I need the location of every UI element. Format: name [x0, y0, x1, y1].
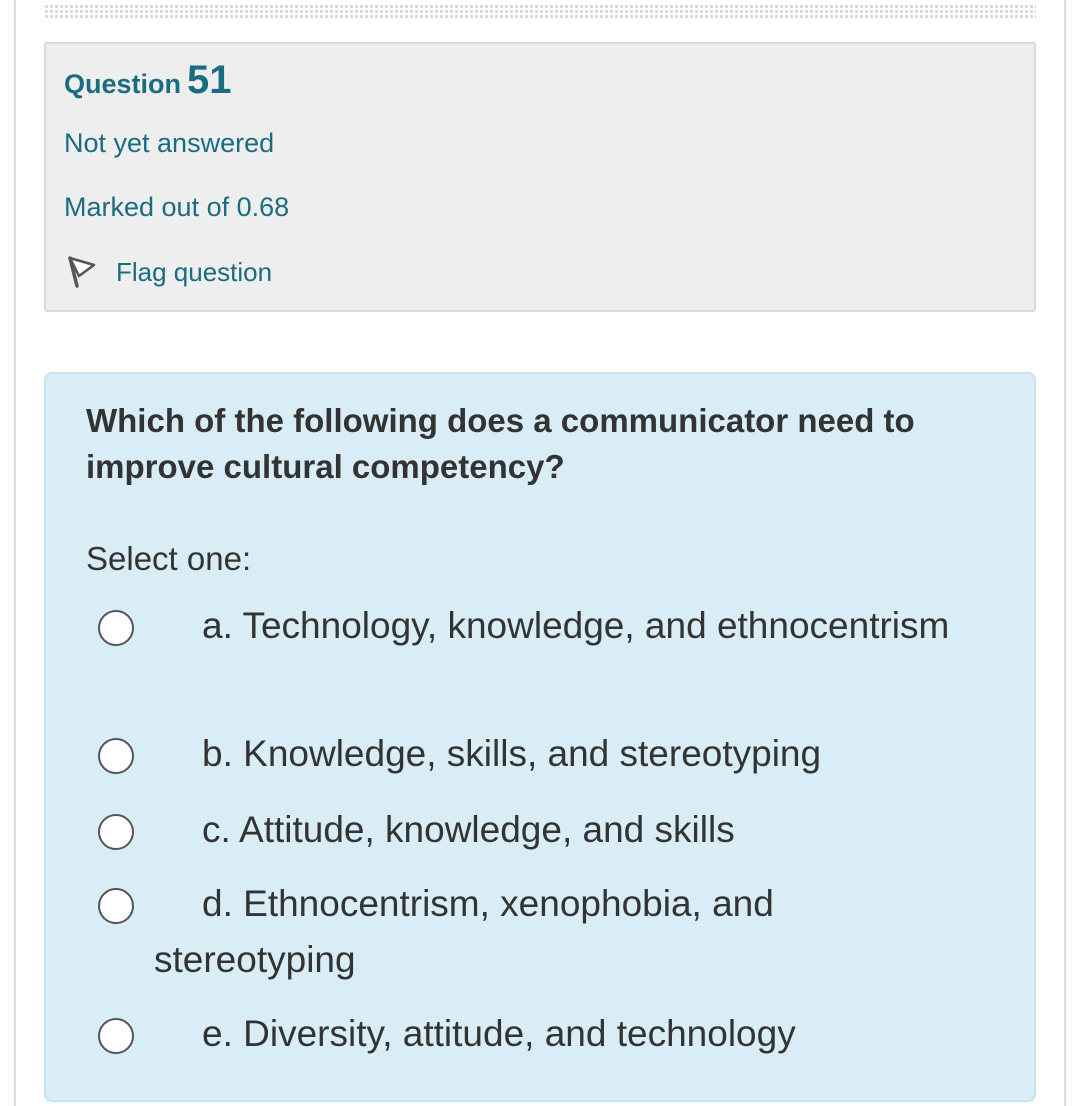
flag-question-label: Flag question [116, 256, 273, 287]
radio-button-e[interactable] [98, 1018, 134, 1054]
answer-option-label-e: e. Diversity, attitude, and technology [202, 1013, 796, 1054]
question-info-panel: Question 51 Not yet answered Marked out o… [44, 42, 1036, 312]
radio-button-c[interactable] [98, 814, 134, 850]
question-status: Not yet answered [64, 128, 275, 158]
radio-button-d[interactable] [98, 888, 134, 924]
answer-option-label-d: d. Ethnocentrism, xenophobia, and stereo… [154, 883, 774, 980]
question-marks: Marked out of 0.68 [64, 192, 290, 222]
question-label: Question [64, 69, 182, 99]
answer-option-label-a: a. Technology, knowledge, and ethnocentr… [202, 605, 950, 646]
flag-icon [66, 252, 102, 292]
dotted-divider [44, 4, 1036, 18]
question-number: 51 [187, 58, 232, 102]
question-text: Which of the following does a communicat… [86, 402, 915, 485]
answer-option-label-c: c. Attitude, knowledge, and skills [202, 809, 735, 850]
flag-question-button[interactable]: Flag question [66, 252, 272, 292]
radio-button-a[interactable] [98, 610, 134, 646]
question-content-panel: Which of the following does a communicat… [44, 372, 1036, 1102]
answer-option-label-b: b. Knowledge, skills, and stereotyping [202, 733, 822, 774]
select-one-prompt: Select one: [86, 540, 252, 577]
question-heading: Question 51 [64, 58, 232, 103]
radio-button-b[interactable] [98, 738, 134, 774]
